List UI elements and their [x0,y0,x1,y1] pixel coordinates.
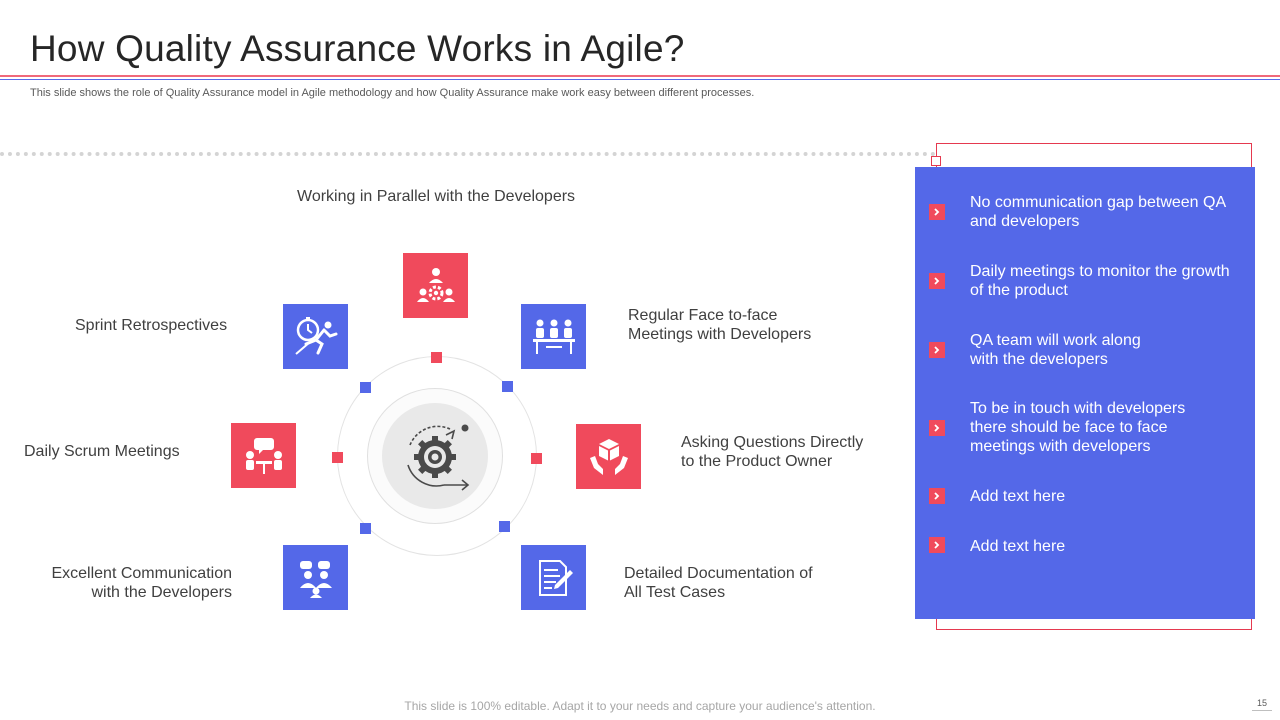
page-number: 15 [1252,698,1272,711]
label-sprint-retro: Sprint Retrospectives [75,317,228,334]
label-working-parallel: Working in Parallel with the Developers [297,188,576,205]
page-title: How Quality Assurance Works in Agile? [30,28,685,69]
title-underline-blue [0,79,1280,80]
panel-bullet-text: Add text here [970,487,1240,506]
panel-bullet-line: meetings with developers [970,438,1151,455]
label-documentation-line1: Detailed Documentation of [624,565,813,582]
chevron-right-icon [929,537,945,553]
label-daily-scrum: Daily Scrum Meetings [24,443,180,460]
ring-marker [531,453,542,464]
panel-bullet-text: Daily meetings to monitor the growth of … [970,262,1240,300]
panel-bullet-line: of the product [970,282,1068,299]
label-face-to-face-line2: Meetings with Developers [628,326,812,343]
label-face-to-face-line1: Regular Face to-face [628,307,778,324]
tile-documentation [521,545,586,610]
panel-bullet-line: Add text here [970,488,1066,505]
panel-notch [931,156,941,166]
discussion-icon [245,437,282,474]
panel-bullet-line: No communication gap between QA [970,194,1227,211]
tile-face-to-face [521,304,586,369]
chevron-right-icon [929,204,945,220]
ring-marker [332,452,343,463]
tile-sprint-retro [283,304,348,369]
panel-bullet-line: and developers [970,213,1080,230]
panel-bullet-line: Daily meetings to monitor the growth [970,263,1230,280]
people-chat-icon [299,560,332,598]
tile-working-parallel [403,253,468,318]
ring-marker [431,352,442,363]
label-communication-line1: Excellent Communication [51,565,232,582]
label-communication-line2: with the Developers [91,584,232,601]
panel-bullet-text: QA team will work along with the develop… [970,331,1240,369]
document-pen-icon [538,559,573,596]
panel-bullet-line: To be in touch with developers [970,400,1186,417]
panel-bullet-text: Add text here [970,537,1240,556]
dotted-divider [0,152,936,156]
panel-bullet-text: No communication gap between QA and deve… [970,193,1240,231]
panel-bullet-line: Add text here [970,538,1066,555]
label-asking-questions-line2: to the Product Owner [681,453,833,470]
ring-marker [360,382,371,393]
hands-box-icon [589,438,628,475]
ring-marker [499,521,510,532]
panel-bullet-line: QA team will work along [970,332,1141,349]
chevron-right-icon [929,273,945,289]
title-underline-red [0,75,1280,77]
agile-gear-cycle-icon [407,424,470,491]
page-subtitle: This slide shows the role of Quality Ass… [30,87,755,99]
label-asking-questions-line1: Asking Questions Directly [681,434,864,451]
footer-note: This slide is 100% editable. Adapt it to… [404,699,876,713]
stopwatch-runner-icon [294,316,337,355]
label-face-to-face: Regular Face to-face Meetings with Devel… [628,306,811,344]
panel-bullet-line: there should be face to face [970,419,1168,436]
chevron-right-icon [929,420,945,436]
label-communication: Excellent Communication with the Develop… [40,564,232,602]
ring-marker [360,523,371,534]
label-documentation-line2: All Test Cases [624,584,726,601]
tile-communication [283,545,348,610]
meeting-table-icon [532,319,575,354]
tile-daily-scrum [231,423,296,488]
tile-asking-questions [576,424,641,489]
ring-marker [502,381,513,392]
panel-bullet-line: with the developers [970,351,1108,368]
chevron-right-icon [929,342,945,358]
team-gear-icon [416,267,455,302]
panel-bullet-text: To be in touch with developers there sho… [970,399,1240,456]
chevron-right-icon [929,488,945,504]
label-documentation: Detailed Documentation of All Test Cases [624,564,813,602]
label-asking-questions: Asking Questions Directly to the Product… [681,433,863,471]
